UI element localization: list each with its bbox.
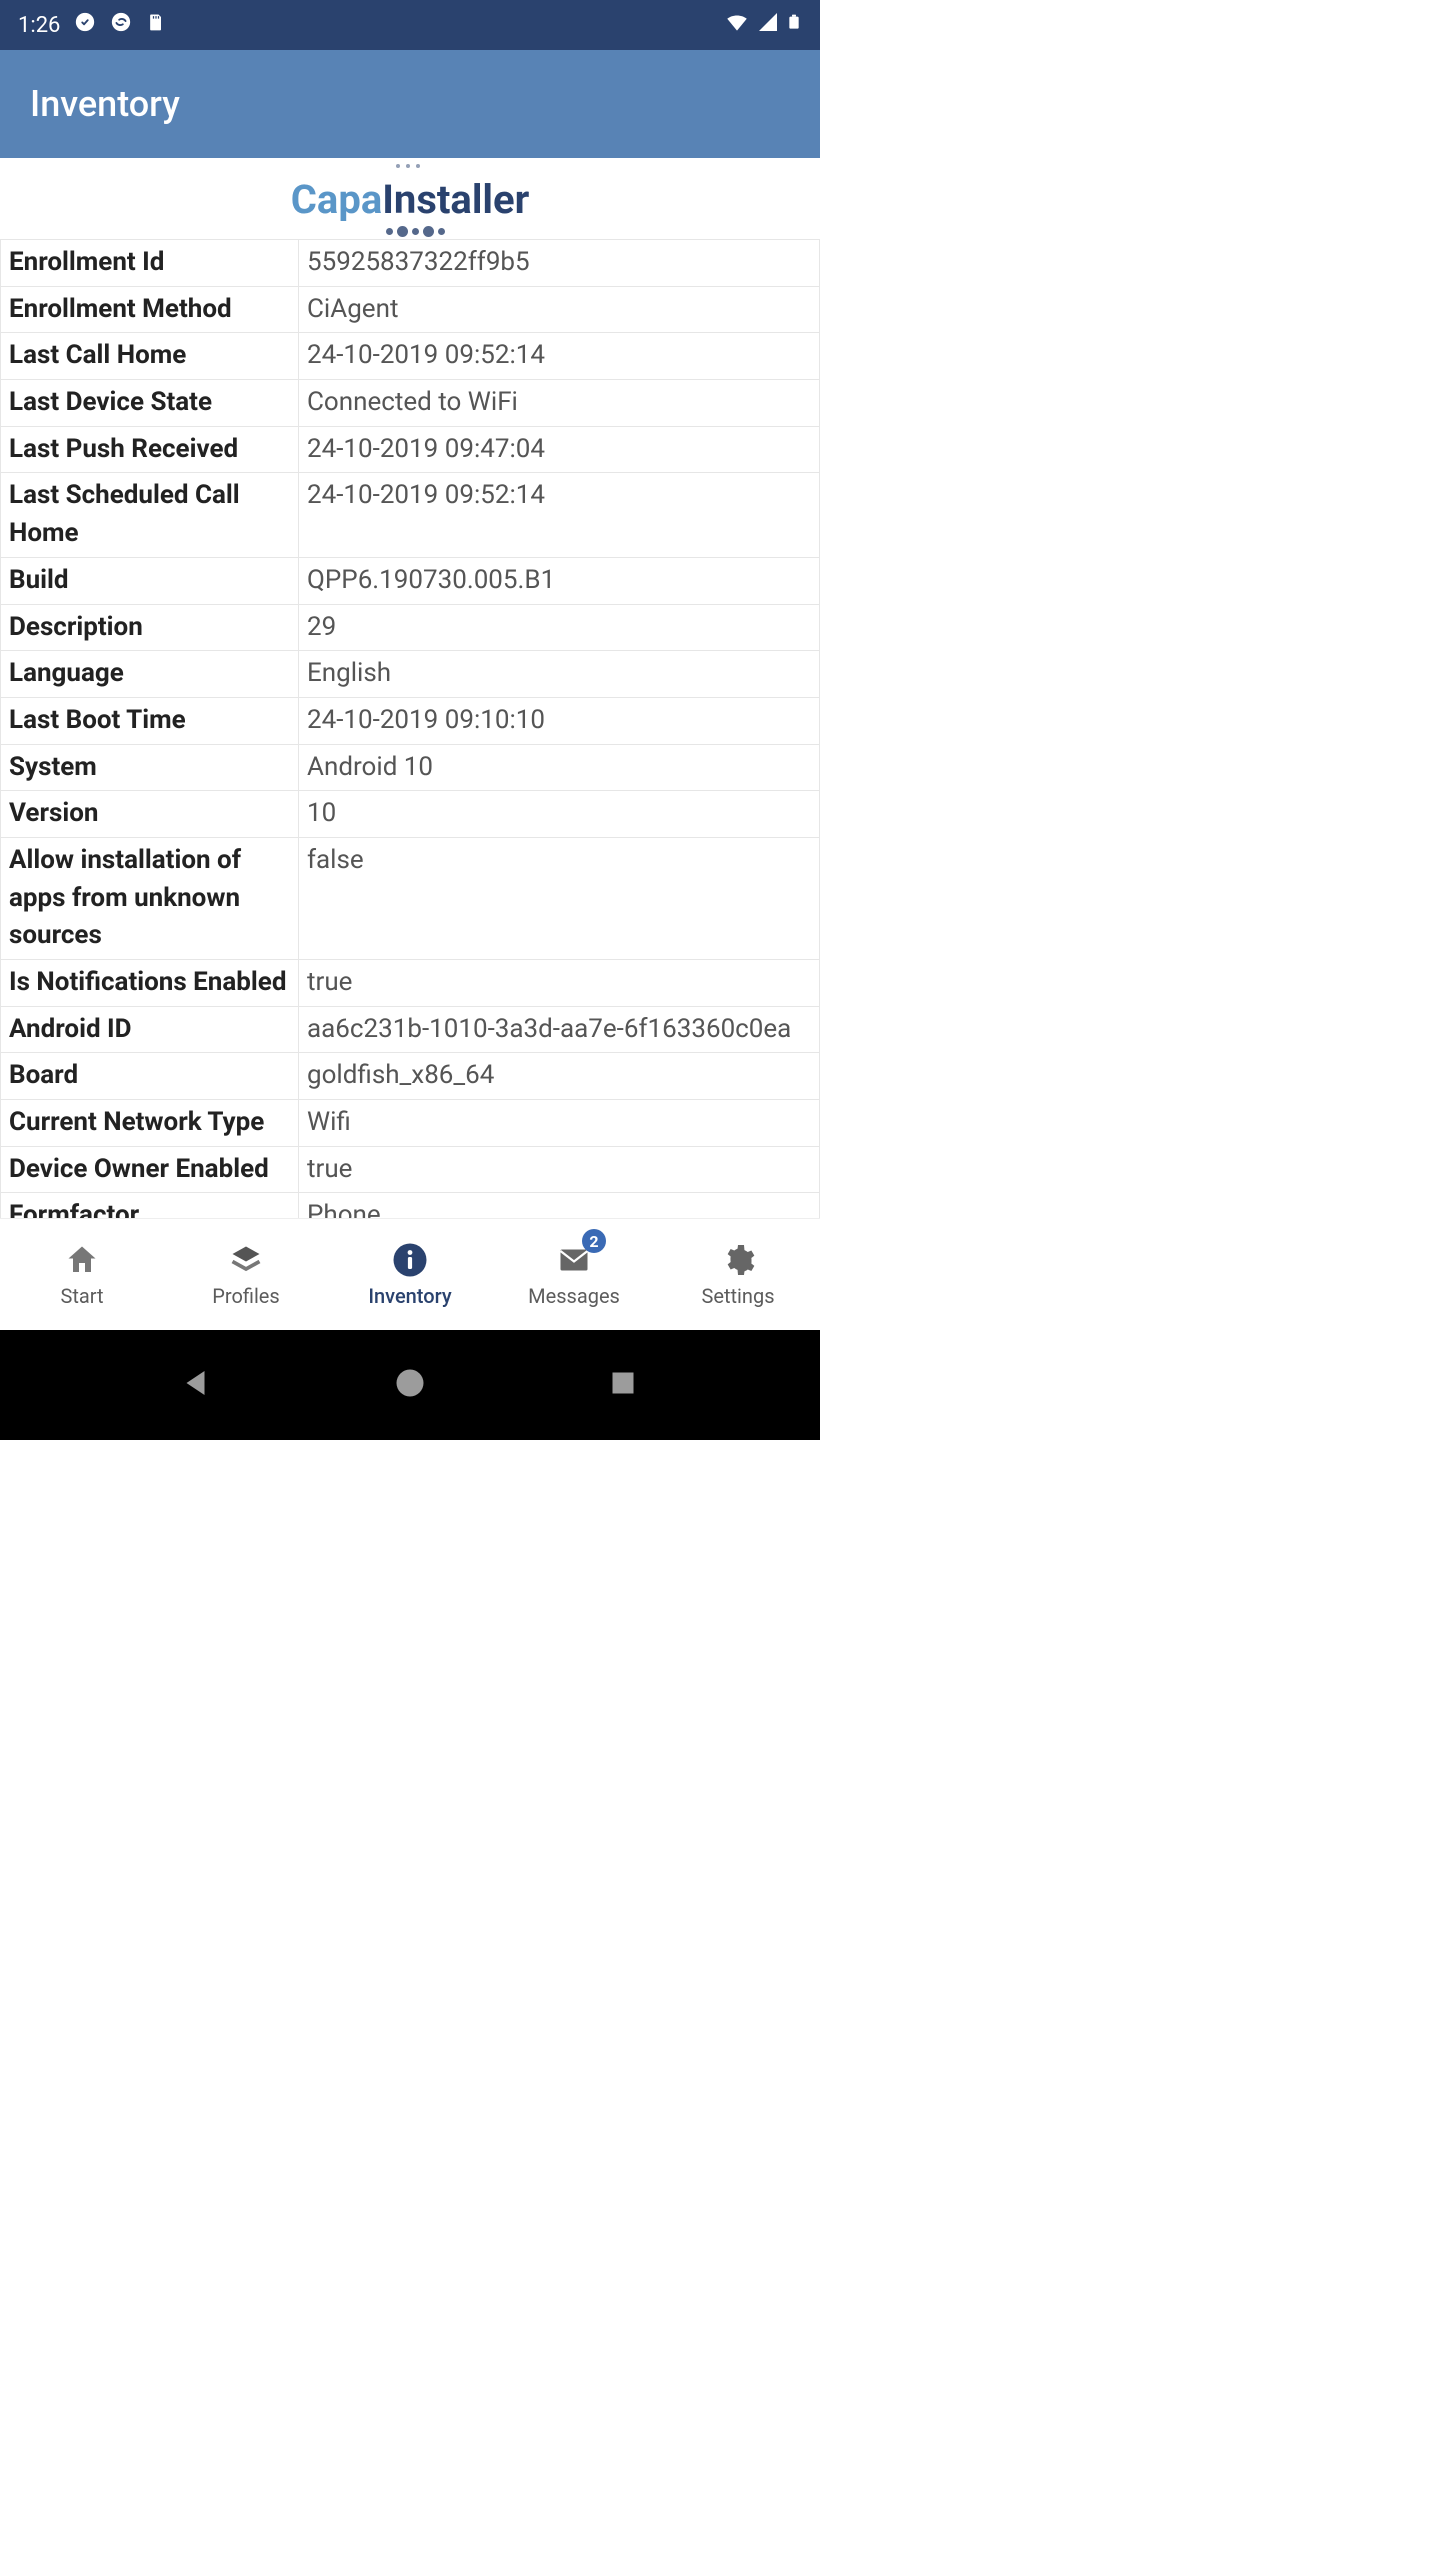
- nav-label-profiles: Profiles: [212, 1284, 279, 1308]
- table-value: Android 10: [299, 744, 820, 791]
- table-value: 55925837322ff9b5: [299, 240, 820, 287]
- table-key: Current Network Type: [1, 1100, 299, 1147]
- messages-badge: 2: [582, 1229, 606, 1253]
- table-row: BuildQPP6.190730.005.B1: [1, 557, 820, 604]
- home-icon: [64, 1242, 100, 1278]
- table-row: Last Call Home24-10-2019 09:52:14: [1, 333, 820, 380]
- table-row: Current Network TypeWifi: [1, 1100, 820, 1147]
- android-soft-keys: [0, 1330, 820, 1440]
- battery-icon: [786, 10, 802, 40]
- table-value: goldfish_x86_64: [299, 1053, 820, 1100]
- nav-start[interactable]: Start: [0, 1219, 164, 1330]
- bottom-nav: Start Profiles Inventory 2 Messages Sett…: [0, 1218, 820, 1330]
- table-value: Phone: [299, 1193, 820, 1218]
- table-key: Last Call Home: [1, 333, 299, 380]
- gear-icon: [720, 1242, 756, 1278]
- table-key: Last Push Received: [1, 426, 299, 473]
- page-title: Inventory: [30, 83, 180, 125]
- logo-part1: Capa: [291, 176, 382, 223]
- table-value: 10: [299, 791, 820, 838]
- table-row: Device Owner Enabledtrue: [1, 1146, 820, 1193]
- app-bar: Inventory: [0, 50, 820, 158]
- table-row: Last Scheduled Call Home24-10-2019 09:52…: [1, 473, 820, 557]
- table-row: Version10: [1, 791, 820, 838]
- table-value: true: [299, 1146, 820, 1193]
- table-value: false: [299, 837, 820, 959]
- table-value: 24-10-2019 09:10:10: [299, 697, 820, 744]
- swirl-icon: [110, 11, 132, 39]
- table-row: Enrollment MethodCiAgent: [1, 286, 820, 333]
- nav-inventory[interactable]: Inventory: [328, 1219, 492, 1330]
- table-value: true: [299, 960, 820, 1007]
- table-key: System: [1, 744, 299, 791]
- recent-key[interactable]: [605, 1365, 641, 1405]
- table-row: Allow installation of apps from unknown …: [1, 837, 820, 959]
- nav-label-settings: Settings: [701, 1284, 774, 1308]
- nav-label-messages: Messages: [528, 1284, 620, 1308]
- table-key: Last Device State: [1, 380, 299, 427]
- table-row: Last Push Received24-10-2019 09:47:04: [1, 426, 820, 473]
- table-value: CiAgent: [299, 286, 820, 333]
- table-key: Build: [1, 557, 299, 604]
- nav-label-inventory: Inventory: [368, 1284, 451, 1308]
- wifi-icon: [724, 9, 750, 41]
- table-row: SystemAndroid 10: [1, 744, 820, 791]
- table-row: FormfactorPhone: [1, 1193, 820, 1218]
- check-circle-icon: [74, 11, 96, 39]
- logo: CapaInstaller: [291, 170, 530, 233]
- table-key: Last Boot Time: [1, 697, 299, 744]
- table-row: Last Boot Time24-10-2019 09:10:10: [1, 697, 820, 744]
- table-value: aa6c231b-1010-3a3d-aa7e-6f163360c0ea: [299, 1006, 820, 1053]
- table-row: Description29: [1, 604, 820, 651]
- table-row: Android IDaa6c231b-1010-3a3d-aa7e-6f1633…: [1, 1006, 820, 1053]
- inventory-table: Enrollment Id55925837322ff9b5Enrollment …: [0, 239, 820, 1218]
- info-icon: [392, 1242, 428, 1278]
- table-value: Wifi: [299, 1100, 820, 1147]
- signal-icon: [756, 10, 780, 40]
- table-value: 29: [299, 604, 820, 651]
- table-key: Allow installation of apps from unknown …: [1, 837, 299, 959]
- nav-label-start: Start: [60, 1284, 103, 1308]
- table-key: Version: [1, 791, 299, 838]
- logo-area: CapaInstaller: [0, 158, 820, 239]
- status-bar: 1:26: [0, 0, 820, 50]
- table-key: Android ID: [1, 1006, 299, 1053]
- status-time: 1:26: [18, 13, 60, 38]
- table-key: Language: [1, 651, 299, 698]
- table-value: QPP6.190730.005.B1: [299, 557, 820, 604]
- table-row: Boardgoldfish_x86_64: [1, 1053, 820, 1100]
- nav-settings[interactable]: Settings: [656, 1219, 820, 1330]
- sd-card-icon: [146, 12, 166, 38]
- table-key: Board: [1, 1053, 299, 1100]
- table-key: Device Owner Enabled: [1, 1146, 299, 1193]
- table-key: Enrollment Method: [1, 286, 299, 333]
- back-key[interactable]: [179, 1365, 215, 1405]
- table-value: 24-10-2019 09:47:04: [299, 426, 820, 473]
- layers-icon: [228, 1242, 264, 1278]
- table-row: Is Notifications Enabledtrue: [1, 960, 820, 1007]
- table-value: 24-10-2019 09:52:14: [299, 473, 820, 557]
- table-row: Enrollment Id55925837322ff9b5: [1, 240, 820, 287]
- nav-profiles[interactable]: Profiles: [164, 1219, 328, 1330]
- table-value: 24-10-2019 09:52:14: [299, 333, 820, 380]
- table-row: LanguageEnglish: [1, 651, 820, 698]
- home-key[interactable]: [392, 1365, 428, 1405]
- table-value: Connected to WiFi: [299, 380, 820, 427]
- table-row: Last Device StateConnected to WiFi: [1, 380, 820, 427]
- status-right: [724, 9, 802, 41]
- table-key: Formfactor: [1, 1193, 299, 1218]
- table-key: Last Scheduled Call Home: [1, 473, 299, 557]
- table-key: Enrollment Id: [1, 240, 299, 287]
- table-key: Description: [1, 604, 299, 651]
- nav-messages[interactable]: 2 Messages: [492, 1219, 656, 1330]
- table-key: Is Notifications Enabled: [1, 960, 299, 1007]
- status-left: 1:26: [18, 11, 166, 39]
- logo-part2: Installer: [382, 176, 529, 223]
- inventory-table-wrap[interactable]: Enrollment Id55925837322ff9b5Enrollment …: [0, 239, 820, 1218]
- table-value: English: [299, 651, 820, 698]
